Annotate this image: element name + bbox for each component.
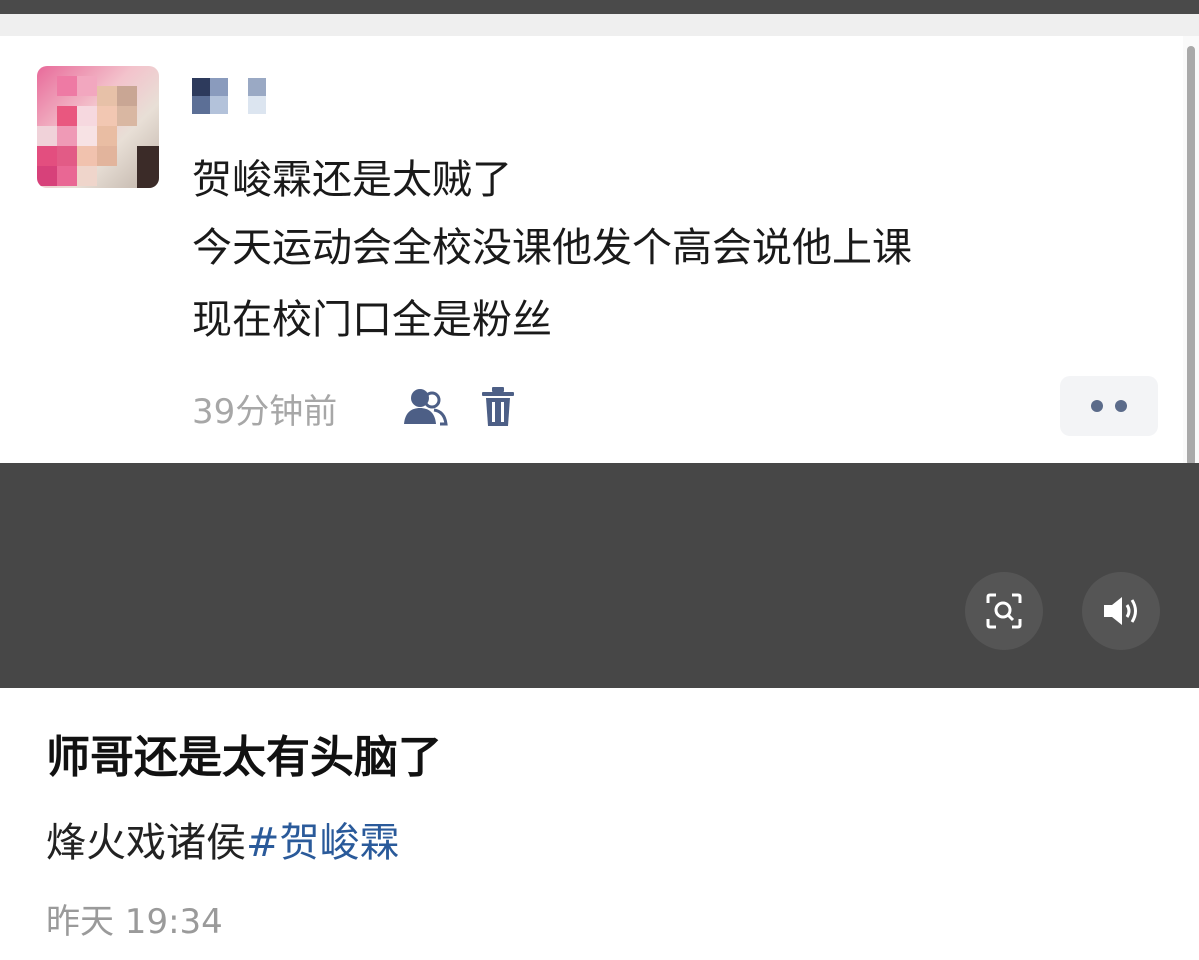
weibo-body-text: 烽火戏诸侯 [46, 820, 246, 866]
weibo-body: 烽火戏诸侯#贺峻霖 [46, 816, 400, 870]
username-obscured [192, 76, 282, 116]
weibo-timestamp: 昨天 19:34 [46, 902, 223, 942]
post-text-line-1: 贺峻霖还是太贼了 [192, 157, 512, 203]
trash-icon[interactable] [480, 386, 516, 428]
friends-icon[interactable] [402, 386, 448, 428]
scrollbar-thumb[interactable] [1187, 46, 1195, 466]
more-options-button[interactable] [1060, 376, 1158, 436]
media-control-bar [0, 463, 1199, 688]
top-dark-strip [0, 0, 1199, 14]
image-search-button[interactable] [965, 572, 1043, 650]
post-text-line-2: 今天运动会全校没课他发个高会说他上课 [192, 225, 912, 271]
speaker-icon [1104, 597, 1137, 625]
post-meta-row: 39分钟前 [192, 386, 514, 432]
top-light-strip [0, 14, 1199, 36]
post-text-line-3: 现在校门口全是粉丝 [192, 297, 552, 343]
image-search-icon [986, 593, 1022, 629]
weibo-title: 师哥还是太有头脑了 [46, 732, 442, 783]
post-time: 39分钟前 [192, 391, 338, 432]
speaker-button[interactable] [1082, 572, 1160, 650]
hashtag-link[interactable]: #贺峻霖 [246, 820, 400, 866]
avatar[interactable] [37, 66, 159, 188]
more-dots-icon [1091, 400, 1103, 412]
